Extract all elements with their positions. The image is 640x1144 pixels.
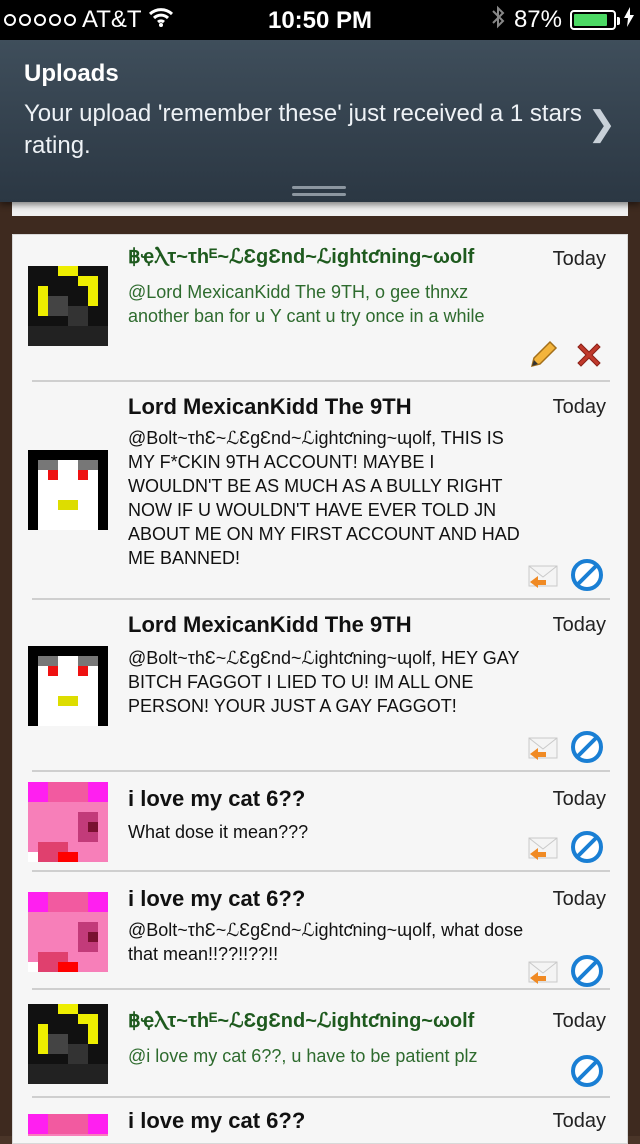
comment-text: What dose it mean??? xyxy=(128,822,309,842)
comment-date: Today xyxy=(552,888,606,910)
avatar[interactable] xyxy=(28,646,108,726)
comment-date: Today xyxy=(552,1010,606,1032)
battery-percent: 87% xyxy=(513,6,562,33)
comment-date: Today xyxy=(552,1110,606,1132)
comment-text: @i love my cat 6??, u have to be patient… xyxy=(128,1046,478,1066)
comment-item: i love my cat 6?? Today @Bolt~τhƐ~ℒƐgƐnd… xyxy=(12,872,628,988)
comment-author[interactable]: Lord MexicanKidd The 9TH xyxy=(128,612,412,638)
status-bar: AT&T 10:50 PM 87% xyxy=(0,0,640,40)
comment-author[interactable]: i love my cat 6?? xyxy=(128,1108,305,1134)
comment-item: Lord MexicanKidd The 9TH Today @Bolt~τhƐ… xyxy=(12,600,628,770)
pencil-icon[interactable] xyxy=(526,338,560,372)
comment-date: Today xyxy=(552,788,606,810)
comment-date: Today xyxy=(552,396,606,418)
comment-item: i love my cat 6?? Today xyxy=(12,1098,628,1136)
comment-date: Today xyxy=(552,614,606,636)
comment-text: @Bolt~τhƐ~ℒƐgƐnd~ℒightƈning~ɰolf, what d… xyxy=(128,920,524,964)
block-icon[interactable] xyxy=(570,954,604,988)
delete-x-icon[interactable] xyxy=(572,338,606,372)
comment-item: i love my cat 6?? Today What dose it mea… xyxy=(12,772,628,870)
avatar[interactable] xyxy=(28,782,108,862)
status-right: 87% xyxy=(490,0,634,40)
comment-date: Today xyxy=(552,248,606,270)
block-icon[interactable] xyxy=(570,558,604,592)
avatar[interactable] xyxy=(28,892,108,972)
reply-envelope-icon[interactable] xyxy=(526,830,560,864)
avatar[interactable] xyxy=(28,1114,108,1136)
avatar[interactable] xyxy=(28,266,108,346)
upload-notification-banner[interactable]: Uploads Your upload 'remember these' jus… xyxy=(0,40,640,202)
notification-body: Your upload 'remember these' just receiv… xyxy=(24,100,582,159)
avatar[interactable] xyxy=(28,1004,108,1084)
block-icon[interactable] xyxy=(570,730,604,764)
comment-author[interactable]: i love my cat 6?? xyxy=(128,886,305,912)
comment-author[interactable]: Lord MexicanKidd The 9TH xyxy=(128,394,412,420)
bluetooth-icon xyxy=(490,5,506,36)
reply-envelope-icon[interactable] xyxy=(526,954,560,988)
notification-title: Uploads xyxy=(24,60,119,87)
comment-item: ฿ҿⲖτ~τhᴱ~ℒƐgƐnd~ℒightƈning~ωolf Today @i… xyxy=(12,990,628,1096)
comment-author[interactable]: ฿ҿⲖτ~τhᴱ~ℒƐgƐnd~ℒightƈning~ωolf xyxy=(128,244,474,269)
charging-icon xyxy=(624,6,634,34)
block-icon[interactable] xyxy=(570,830,604,864)
avatar[interactable] xyxy=(28,450,108,530)
battery-icon xyxy=(570,10,620,30)
block-icon[interactable] xyxy=(570,1054,604,1088)
reply-envelope-icon[interactable] xyxy=(526,730,560,764)
comment-author[interactable]: i love my cat 6?? xyxy=(128,786,305,812)
reply-envelope-icon[interactable] xyxy=(526,558,560,592)
comment-item: ฿ҿⲖτ~τhᴱ~ℒƐgƐnd~ℒightƈning~ωolf Today @L… xyxy=(12,234,628,380)
comment-text: @Bolt~τhƐ~ℒƐgƐnd~ℒightƈning~ɰolf, THIS I… xyxy=(128,428,520,568)
chevron-right-icon[interactable]: ❯ xyxy=(588,104,617,144)
comment-text: @Bolt~τhƐ~ℒƐgƐnd~ℒightƈning~ɰolf, HEY GA… xyxy=(128,648,520,716)
grabber-handle[interactable] xyxy=(292,186,346,196)
comment-author[interactable]: ฿ҿⲖτ~τhᴱ~ℒƐgƐnd~ℒightƈning~ωolf xyxy=(128,1008,474,1033)
comment-text: @Lord MexicanKidd The 9TH, o gee thnxz a… xyxy=(128,282,485,326)
comment-item: Lord MexicanKidd The 9TH Today @Bolt~τhƐ… xyxy=(12,382,628,598)
